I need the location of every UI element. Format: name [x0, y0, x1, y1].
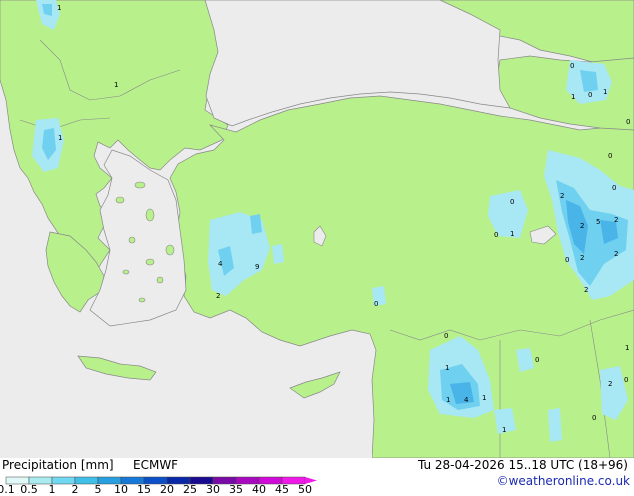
map-value: 1 [502, 426, 506, 434]
map-footer: Precipitation [mm] ECMWF Tu 28-04-2026 1… [0, 458, 634, 496]
model-name: ECMWF [133, 458, 179, 472]
map-value: 2 [614, 216, 618, 224]
map-value: 2 [584, 286, 588, 294]
map-value: 0 [535, 356, 539, 364]
map-value: 0 [608, 152, 612, 160]
map-value: 0 [570, 62, 574, 70]
valid-time: Tu 28-04-2026 15..18 UTC (18+96) [417, 458, 628, 472]
map-value: 1 [445, 364, 449, 372]
map-value: 2 [608, 380, 612, 388]
map-value: 0 [494, 231, 498, 239]
map-title: Precipitation [mm] [2, 458, 114, 472]
map-value: 4 [464, 396, 469, 404]
map-value: 1 [510, 230, 514, 238]
map-value: 0 [374, 300, 378, 308]
precipitation-map: 1 1 1 4 9 2 0 0 1 0 1 0 1 0 0 0 2 2 5 2 … [0, 0, 634, 459]
map-value: 2 [560, 192, 564, 200]
site-credit-link[interactable]: ©weatheronline.co.uk [497, 474, 630, 488]
map-value: 1 [571, 93, 575, 101]
map-value: 2 [216, 292, 220, 300]
map-value: 1 [482, 394, 486, 402]
map-value: 2 [580, 222, 584, 230]
map-value: 0 [510, 198, 514, 206]
map-value: 1 [57, 4, 61, 12]
map-svg: 1 1 1 4 9 2 0 0 1 0 1 0 1 0 0 0 2 2 5 2 … [0, 0, 634, 459]
map-value: 1 [114, 81, 118, 89]
map-value: 1 [58, 134, 62, 142]
map-value: 0 [612, 184, 616, 192]
map-value: 0 [626, 118, 630, 126]
map-value: 0 [588, 91, 592, 99]
map-value: 1 [603, 88, 607, 96]
map-value: 1 [446, 396, 450, 404]
map-value: 0 [624, 376, 628, 384]
map-value: 0 [444, 332, 448, 340]
map-value: 9 [255, 263, 259, 271]
map-value: 4 [218, 260, 223, 268]
map-value: 2 [580, 254, 584, 262]
map-value: 5 [596, 218, 600, 226]
map-value: 0 [592, 414, 596, 422]
map-value: 2 [614, 250, 618, 258]
map-value: 1 [625, 344, 629, 352]
map-value: 0 [565, 256, 569, 264]
